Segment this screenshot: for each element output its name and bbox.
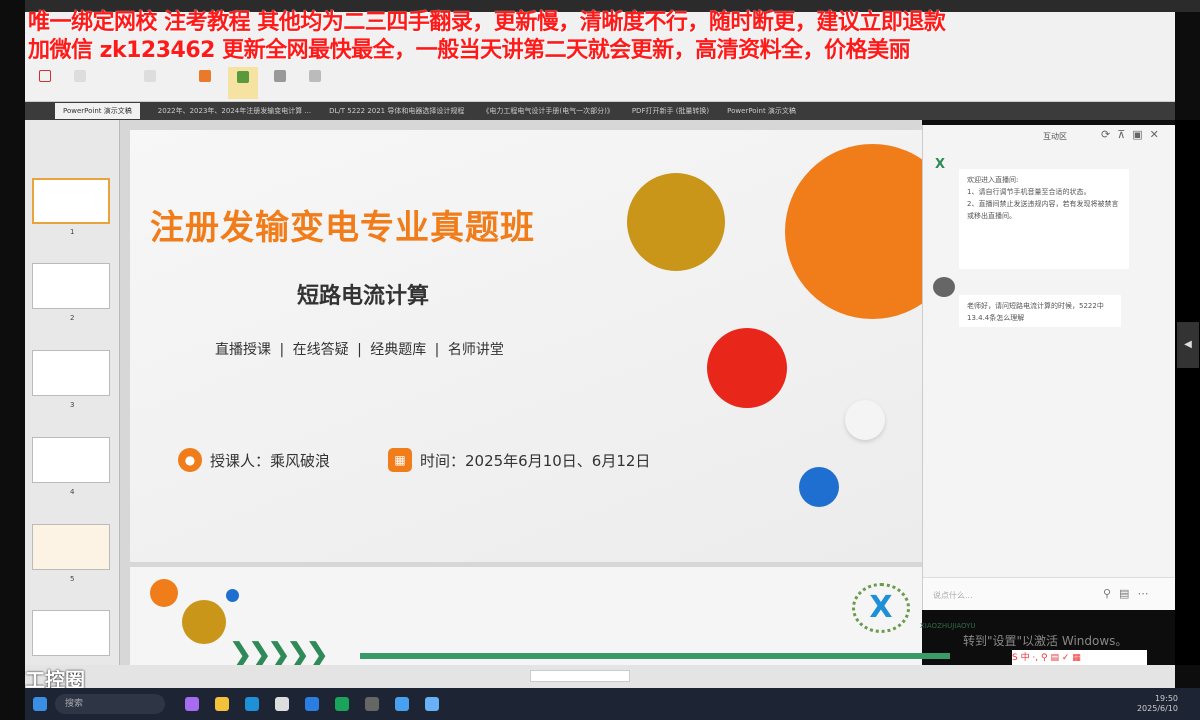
slide-number: 2 bbox=[70, 314, 75, 322]
slide-thumbnail[interactable] bbox=[32, 437, 110, 483]
slide-number: 1 bbox=[70, 228, 75, 236]
decor-circle-white bbox=[845, 400, 885, 440]
ime-toolbar[interactable]: S 中 ·, ⚲ ▤ ✓ ▦ bbox=[1012, 650, 1147, 666]
slide-number: 5 bbox=[70, 575, 75, 583]
app-icon[interactable] bbox=[275, 697, 289, 711]
windows-taskbar: 搜索 19:50 2025/6/10 bbox=[25, 688, 1200, 720]
decor-circle-gold bbox=[627, 173, 725, 271]
app-icon[interactable] bbox=[365, 697, 379, 711]
message-line: 2、直播间禁止发送违规内容，若有发现将被禁言或移出直播间。 bbox=[967, 200, 1119, 220]
start-icon[interactable] bbox=[33, 697, 47, 711]
slide-thumbnail[interactable] bbox=[32, 178, 110, 224]
edge-icon[interactable] bbox=[245, 697, 259, 711]
lecturer-info: ● 授课人：乘风破浪 bbox=[178, 448, 330, 472]
chat-window-controls[interactable]: ⟳⊼▣✕ bbox=[1101, 128, 1166, 141]
app-icon[interactable] bbox=[425, 697, 439, 711]
document-tab[interactable]: 2022年、2023年、2024年注册发输变电计算 ... bbox=[158, 106, 311, 116]
logo-icon: X bbox=[852, 583, 910, 633]
chat-input[interactable]: 说点什么... bbox=[933, 590, 973, 601]
side-strip: ◀ bbox=[1175, 120, 1200, 665]
copilot-icon[interactable] bbox=[185, 697, 199, 711]
search-label: 搜索 bbox=[65, 699, 84, 709]
font-size-select[interactable] bbox=[65, 70, 95, 85]
slide-thumbnail[interactable] bbox=[32, 610, 110, 656]
slide-thumbnail[interactable] bbox=[32, 524, 110, 570]
next-slide-preview: ❯❯❯❯❯ X XIAOZHUJIAOYU bbox=[130, 567, 976, 672]
ribbon-button[interactable] bbox=[300, 70, 330, 85]
decor-circle bbox=[150, 579, 178, 607]
time-text: 时间：2025年6月10日、6月12日 bbox=[420, 451, 651, 470]
logo-text: XIAOZHUJIAOYU bbox=[920, 622, 976, 630]
clock-time: 19:50 bbox=[1154, 694, 1178, 703]
chat-message-welcome: 欢迎进入直播间: 1、请自行调节手机音量至合适的状态。 2、直播间禁止发送违规内… bbox=[959, 169, 1129, 269]
activation-watermark: 转到"设置"以激活 Windows。 bbox=[963, 634, 1128, 648]
lecturer-text: 授课人：乘风破浪 bbox=[210, 451, 331, 470]
app-icon[interactable] bbox=[395, 697, 409, 711]
slide-subtitle: 短路电流计算 bbox=[297, 284, 430, 309]
slide-tags: 直播授课 | 在线答疑 | 经典题库 | 名师讲堂 bbox=[215, 342, 504, 358]
clock[interactable]: 19:50 2025/6/10 bbox=[1137, 694, 1178, 714]
slide-title: 注册发输变电专业真题班 bbox=[150, 208, 535, 248]
time-info: ▦ 时间：2025年6月10日、6月12日 bbox=[388, 448, 650, 472]
document-tab[interactable]: 《电力工程电气设计手册(电气一次部分)》 bbox=[482, 106, 613, 116]
document-tab[interactable]: PowerPoint 演示文稿 bbox=[55, 103, 140, 119]
browser-icon[interactable] bbox=[305, 697, 319, 711]
page-indicator[interactable] bbox=[530, 670, 630, 682]
chat-title: 互动区 bbox=[1043, 132, 1067, 141]
slide-thumbnail-panel: 1 2 3 4 5 bbox=[25, 120, 120, 665]
document-tab-bar: PowerPoint 演示文稿 2022年、2023年、2024年注册发输变电计… bbox=[25, 102, 1175, 120]
calendar-icon: ▦ bbox=[388, 448, 412, 472]
user-avatar bbox=[933, 277, 955, 297]
chat-message-question: 老师好，请问短路电流计算的时候，5222中13.4.4条怎么理解 bbox=[959, 295, 1121, 327]
clock-date: 2025/6/10 bbox=[1136, 704, 1178, 713]
document-tab[interactable]: PDF打开新手 (批量转换) bbox=[632, 106, 709, 116]
ribbon-button-active[interactable] bbox=[228, 67, 258, 99]
divider-line bbox=[360, 653, 950, 659]
decor-circle-blue bbox=[799, 467, 839, 507]
file-explorer-icon[interactable] bbox=[215, 697, 229, 711]
host-avatar: X bbox=[935, 157, 946, 172]
zoom-select[interactable] bbox=[135, 70, 165, 85]
chat-panel: 互动区 ⟳⊼▣✕ X 欢迎进入直播间: 1、请自行调节手机音量至合适的状态。 2… bbox=[922, 125, 1176, 610]
ribbon-button[interactable] bbox=[190, 70, 220, 85]
collapse-arrow-icon[interactable]: ◀ bbox=[1177, 322, 1199, 368]
slide-number: 3 bbox=[70, 401, 75, 409]
status-bar bbox=[25, 665, 1175, 688]
ribbon-button[interactable] bbox=[30, 70, 60, 85]
document-tab[interactable]: PowerPoint 演示文稿 bbox=[727, 106, 796, 116]
decor-circle bbox=[226, 589, 239, 602]
ribbon-button[interactable] bbox=[265, 70, 295, 85]
slide-thumbnail[interactable] bbox=[32, 263, 110, 309]
document-tab[interactable]: DL/T 5222 2021 导体和电器选择设计规程 bbox=[329, 106, 464, 116]
message-line: 1、请自行调节手机音量至合适的状态。 bbox=[967, 188, 1091, 196]
chat-input-area: 说点什么... ⚲▤⋯ bbox=[923, 577, 1176, 610]
chat-tools-icons[interactable]: ⚲▤⋯ bbox=[1103, 587, 1156, 600]
overlay-banner-line2: 加微信 zk123462 更新全网最快最全，一般当天讲第二天就会更新，高清资料全… bbox=[28, 38, 911, 63]
person-icon: ● bbox=[178, 448, 202, 472]
slide-thumbnail[interactable] bbox=[32, 350, 110, 396]
slide-number: 4 bbox=[70, 488, 75, 496]
decor-circle bbox=[182, 600, 226, 644]
message-line: 欢迎进入直播间: bbox=[967, 176, 1019, 184]
app-icon[interactable] bbox=[335, 697, 349, 711]
decor-circle-red bbox=[707, 328, 787, 408]
taskbar-search[interactable]: 搜索 bbox=[55, 694, 165, 714]
